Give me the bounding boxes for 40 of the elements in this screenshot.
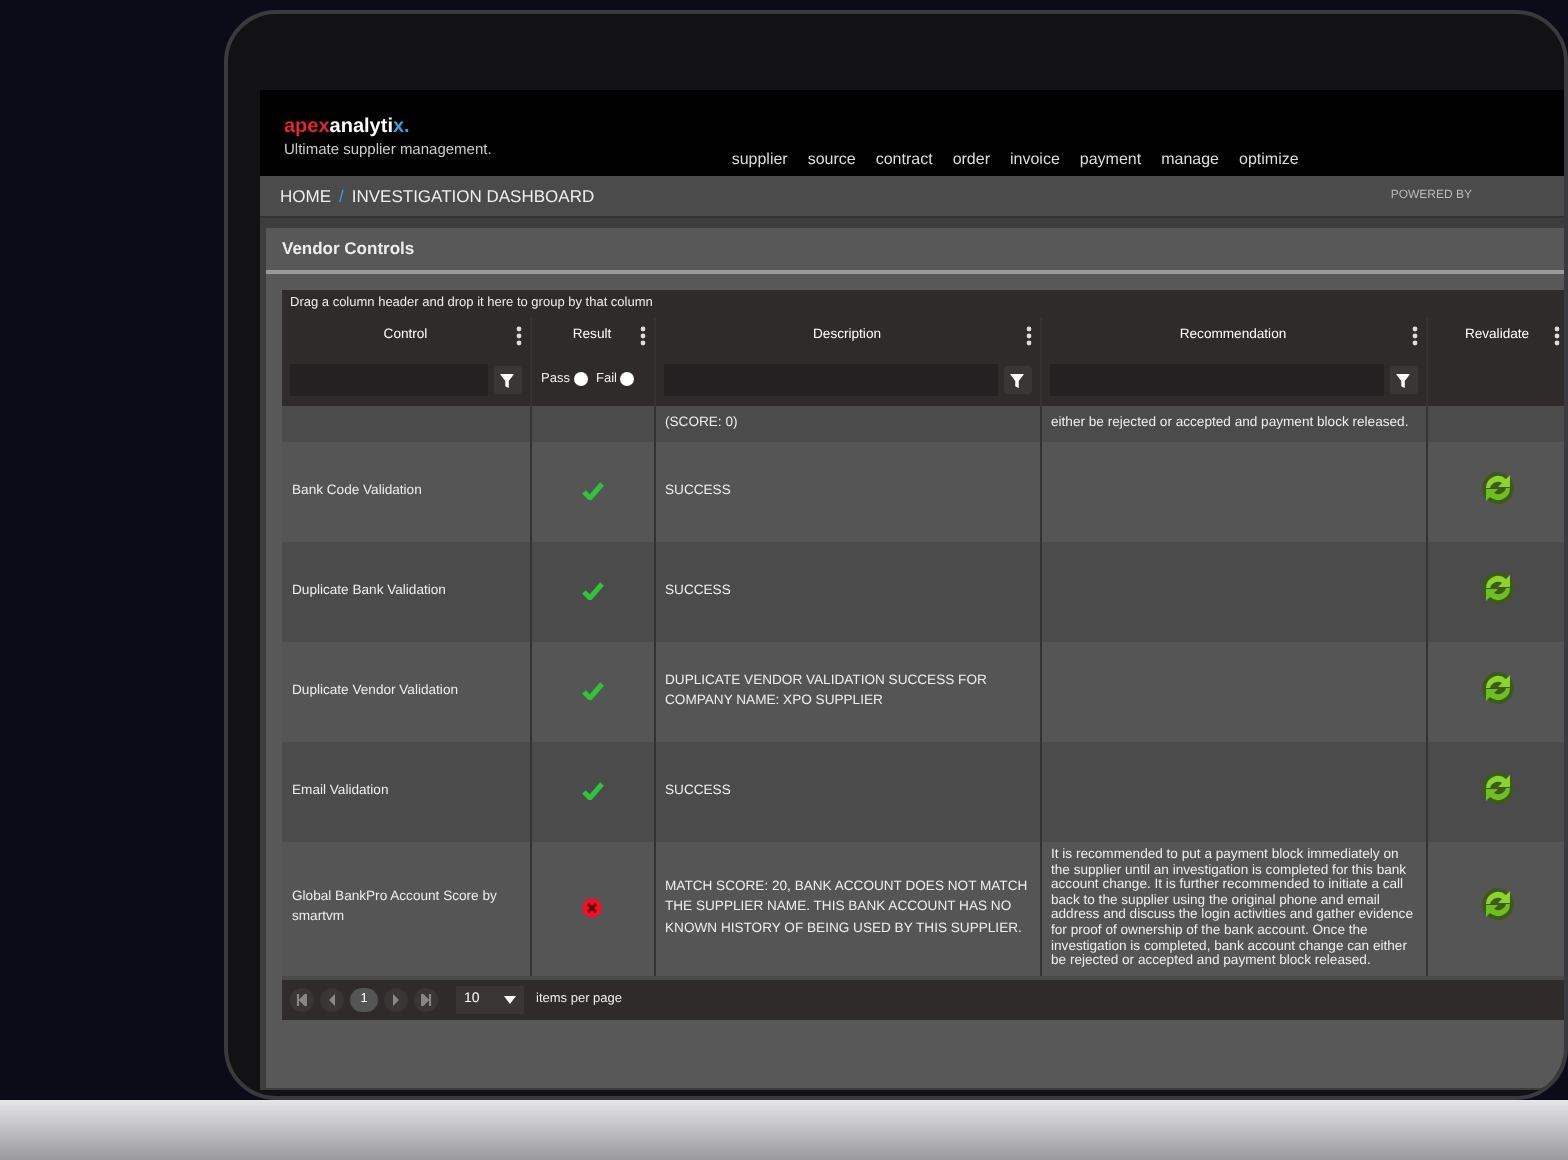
filter-icon xyxy=(1396,373,1410,387)
nav-link[interactable]: manage xyxy=(1161,148,1220,172)
kebab-menu-icon xyxy=(1025,326,1031,346)
logo: apexanalytix. xyxy=(284,118,412,138)
refresh-icon[interactable] xyxy=(1479,669,1515,706)
last-page-icon xyxy=(420,993,432,1006)
nav-link[interactable]: payment xyxy=(1079,148,1142,172)
last-page-button[interactable] xyxy=(414,987,438,1012)
kebab-menu-icon xyxy=(1411,326,1417,346)
filter-icon xyxy=(500,373,514,387)
next-page-icon xyxy=(390,993,402,1006)
filter-button[interactable] xyxy=(1003,366,1031,394)
next-page-button[interactable] xyxy=(384,987,408,1012)
kebab-menu-icon xyxy=(1553,326,1559,346)
nav-link[interactable]: source xyxy=(807,148,856,172)
first-page-icon xyxy=(296,993,308,1006)
previous-page-icon xyxy=(326,993,338,1006)
nav-link[interactable]: invoice xyxy=(1010,148,1060,172)
kebab-menu-icon xyxy=(515,326,521,346)
nav-link[interactable]: contract xyxy=(875,148,933,172)
breadcrumb-current: INVESTIGATION DASHBOARD xyxy=(351,183,595,209)
refresh-icon[interactable] xyxy=(1479,469,1515,506)
kebab-menu-icon xyxy=(639,326,645,346)
nav-link[interactable]: order xyxy=(952,148,990,172)
panel-title: Vendor Controls xyxy=(282,236,415,262)
nav-link[interactable]: optimize xyxy=(1239,148,1299,172)
breadcrumb-home-link[interactable]: HOME xyxy=(280,183,331,209)
filter-button[interactable] xyxy=(1389,366,1417,394)
nav-link[interactable]: supplier xyxy=(731,148,788,172)
refresh-icon[interactable] xyxy=(1479,769,1515,806)
breadcrumb-separator: / xyxy=(339,183,344,209)
refresh-icon[interactable] xyxy=(1479,886,1515,923)
radio-button[interactable] xyxy=(573,372,588,387)
first-page-button[interactable] xyxy=(290,987,314,1012)
radio-button[interactable] xyxy=(620,372,635,387)
filter-button[interactable] xyxy=(493,366,521,394)
filter-icon xyxy=(1010,373,1024,387)
previous-page-button[interactable] xyxy=(320,987,344,1012)
caret-icon xyxy=(504,995,516,1004)
refresh-icon[interactable] xyxy=(1479,569,1515,606)
